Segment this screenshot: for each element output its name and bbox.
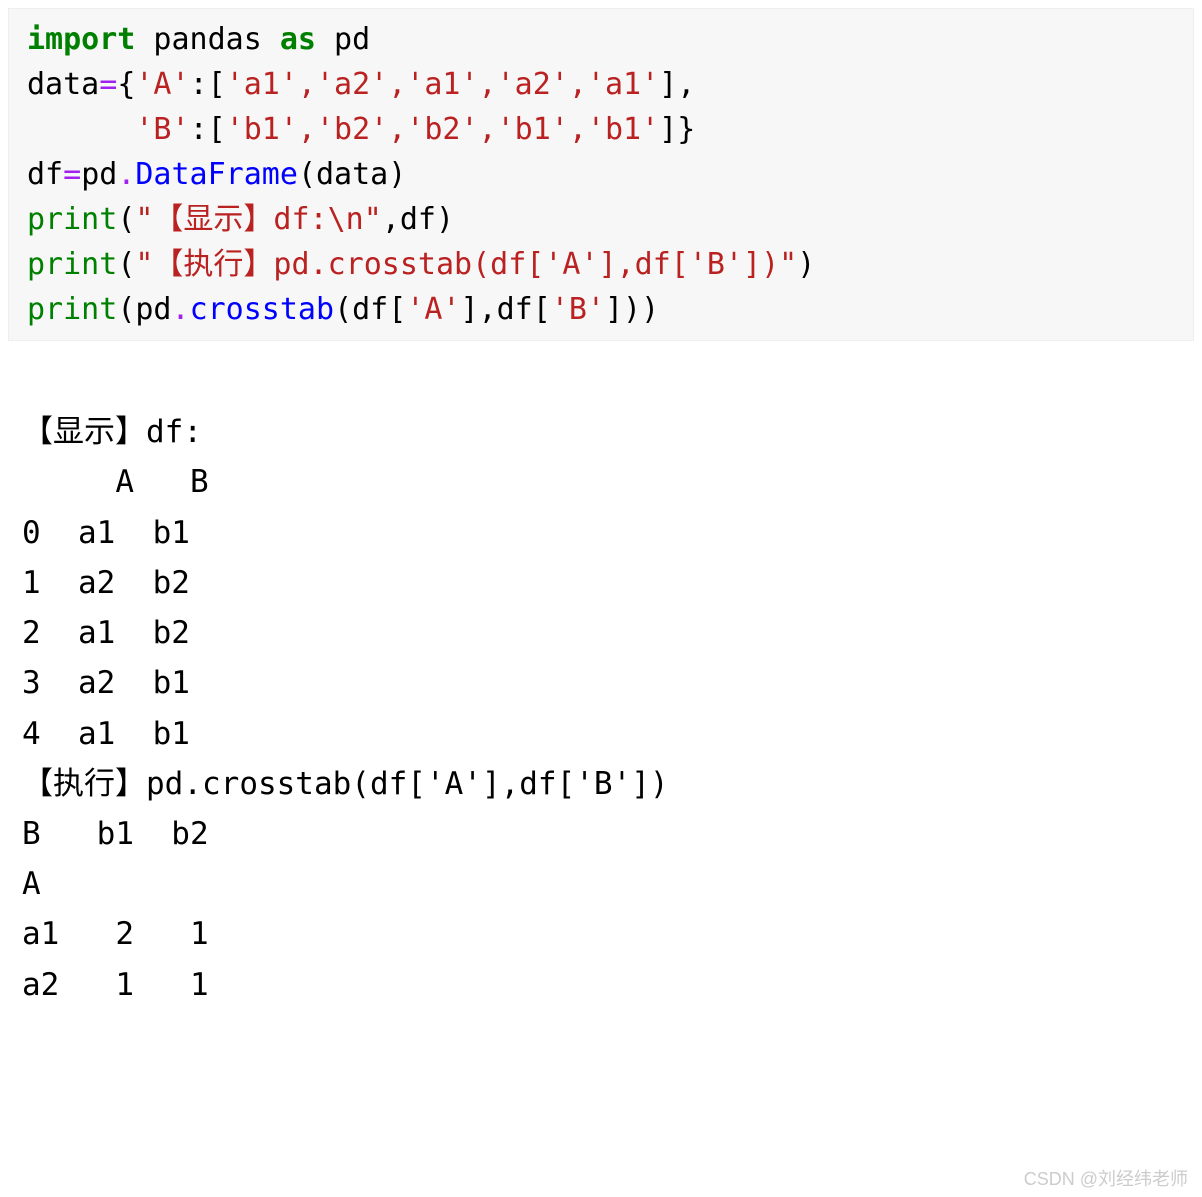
var-data: data xyxy=(27,67,99,102)
watermark: CSDN @刘经纬老师 xyxy=(1024,1165,1188,1191)
indent xyxy=(27,112,135,147)
output-block: 【显示】df: A B 0 a1 b1 1 a2 b2 2 a1 b2 3 a2… xyxy=(0,349,1202,1018)
args: (data) xyxy=(298,157,406,192)
output-line: 4 a1 b1 xyxy=(22,716,190,752)
paren: ( xyxy=(117,247,135,282)
text: ])) xyxy=(605,292,659,327)
string-key-b: 'B' xyxy=(135,112,189,147)
code-line-6: print("【执行】pd.crosstab(df['A'],df['B'])"… xyxy=(27,242,1175,287)
string-b: 'B' xyxy=(551,292,605,327)
code-line-3: 'B':['b1','b2','b2','b1','b1']} xyxy=(27,107,1175,152)
string-b-vals: 'b1','b2','b2','b1','b1' xyxy=(226,112,659,147)
dot: . xyxy=(172,292,190,327)
operator-eq: = xyxy=(99,67,117,102)
output-line: a2 1 1 xyxy=(22,967,209,1003)
output-line: 0 a1 b1 xyxy=(22,515,190,551)
func-dataframe: DataFrame xyxy=(135,157,298,192)
paren: ( xyxy=(117,202,135,237)
code-line-4: df=pd.DataFrame(data) xyxy=(27,152,1175,197)
output-line: 2 a1 b2 xyxy=(22,615,190,651)
text: pd xyxy=(316,22,370,57)
module-pd: pd xyxy=(81,157,117,192)
brace: { xyxy=(117,67,135,102)
func-crosstab: crosstab xyxy=(190,292,335,327)
string-a: 'A' xyxy=(406,292,460,327)
operator-eq: = xyxy=(63,157,81,192)
output-line: A B xyxy=(22,464,209,500)
text: (df[ xyxy=(334,292,406,327)
string-key-a: 'A' xyxy=(135,67,189,102)
keyword-import: import xyxy=(27,22,135,57)
output-line: 3 a2 b1 xyxy=(22,665,190,701)
punct: ]} xyxy=(659,112,695,147)
output-line: 【显示】df: xyxy=(22,414,202,450)
string-exec: "【执行】pd.crosstab(df['A'],df['B'])" xyxy=(135,247,797,282)
string-a-vals: 'a1','a2','a1','a2','a1' xyxy=(226,67,659,102)
punct: :[ xyxy=(190,112,226,147)
args: ,df) xyxy=(382,202,454,237)
punct: ], xyxy=(659,67,695,102)
code-line-5: print("【显示】df:\n",df) xyxy=(27,197,1175,242)
output-line: 1 a2 b2 xyxy=(22,565,190,601)
code-line-2: data={'A':['a1','a2','a1','a2','a1'], xyxy=(27,62,1175,107)
code-block: import pandas as pd data={'A':['a1','a2'… xyxy=(8,8,1194,341)
output-line: A xyxy=(22,866,209,902)
text: ],df[ xyxy=(461,292,551,327)
text: pandas xyxy=(135,22,280,57)
output-line: a1 2 1 xyxy=(22,916,209,952)
code-line-7: print(pd.crosstab(df['A'],df['B'])) xyxy=(27,287,1175,332)
code-line-1: import pandas as pd xyxy=(27,17,1175,62)
output-line: 【执行】pd.crosstab(df['A'],df['B']) xyxy=(22,766,669,802)
dot: . xyxy=(117,157,135,192)
string-display: "【显示】df:\n" xyxy=(135,202,381,237)
paren: ) xyxy=(797,247,815,282)
keyword-as: as xyxy=(280,22,316,57)
builtin-print: print xyxy=(27,247,117,282)
var-df: df xyxy=(27,157,63,192)
punct: :[ xyxy=(190,67,226,102)
builtin-print: print xyxy=(27,292,117,327)
text: (pd xyxy=(117,292,171,327)
builtin-print: print xyxy=(27,202,117,237)
output-line: B b1 b2 xyxy=(22,816,209,852)
